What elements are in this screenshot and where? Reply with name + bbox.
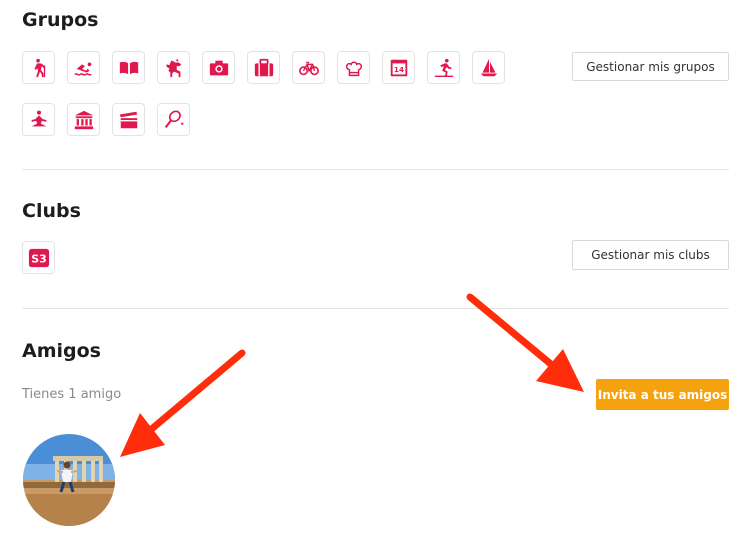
annotation-arrows — [120, 293, 584, 457]
arrow-to-avatar — [120, 349, 246, 457]
arrow-to-invite-button — [466, 293, 584, 392]
